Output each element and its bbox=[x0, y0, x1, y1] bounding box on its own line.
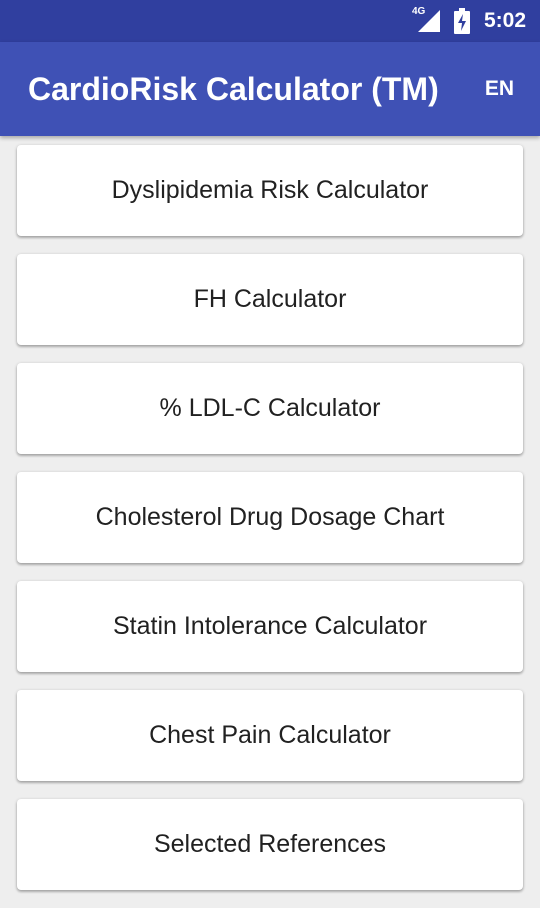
fh-calculator-button[interactable]: FH Calculator bbox=[17, 254, 523, 345]
language-button[interactable]: EN bbox=[485, 42, 514, 136]
statin-intolerance-calculator-button[interactable]: Statin Intolerance Calculator bbox=[17, 581, 523, 672]
signal-indicator: 4G bbox=[412, 6, 440, 34]
chest-pain-calculator-button[interactable]: Chest Pain Calculator bbox=[17, 690, 523, 781]
app-bar: CardioRisk Calculator (TM) EN bbox=[0, 42, 540, 136]
status-icons: 4G 5:02 bbox=[412, 0, 526, 42]
app-title: CardioRisk Calculator (TM) bbox=[28, 71, 439, 107]
menu-list: Dyslipidemia Risk Calculator FH Calculat… bbox=[17, 145, 523, 908]
dyslipidemia-risk-calculator-button[interactable]: Dyslipidemia Risk Calculator bbox=[17, 145, 523, 236]
selected-references-button[interactable]: Selected References bbox=[17, 799, 523, 890]
cholesterol-drug-dosage-chart-button[interactable]: Cholesterol Drug Dosage Chart bbox=[17, 472, 523, 563]
ldl-c-calculator-button[interactable]: % LDL-C Calculator bbox=[17, 363, 523, 454]
status-bar: 4G 5:02 bbox=[0, 0, 540, 42]
battery-charging-icon bbox=[453, 8, 470, 34]
signal-icon bbox=[417, 10, 440, 32]
clock: 5:02 bbox=[483, 9, 526, 32]
